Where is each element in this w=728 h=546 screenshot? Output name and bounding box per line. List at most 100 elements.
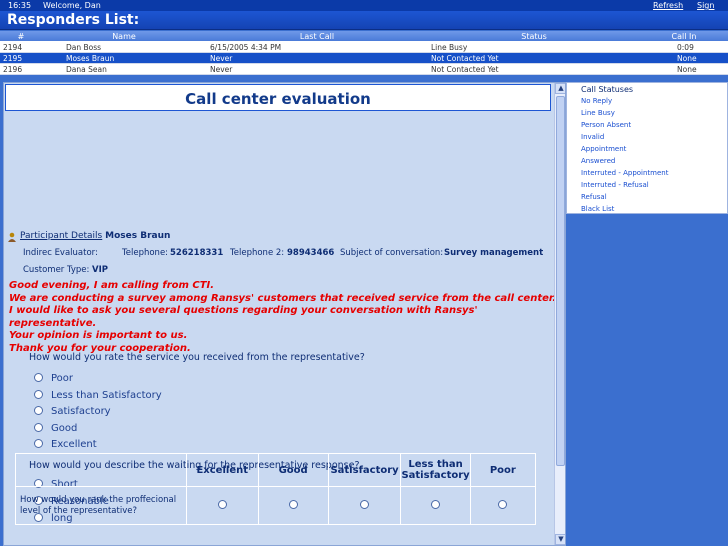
row-status: Not Contacted Yet xyxy=(431,65,499,74)
option-label: Poor xyxy=(51,373,74,384)
customer-type-label: Customer Type: xyxy=(23,265,90,275)
column-header-id[interactable]: # xyxy=(0,31,42,42)
clock-time: 16:35 xyxy=(8,1,32,10)
top-bar: 16:35 Welcome, Dan Refresh Sign Out xyxy=(0,0,728,21)
responders-grid: # Name Last Call Status Call In 2194 Dan… xyxy=(0,31,728,75)
radio-button[interactable] xyxy=(34,439,43,448)
matrix-radio-cell[interactable] xyxy=(327,486,402,525)
matrix-header: Excellent xyxy=(185,453,259,487)
telephone-label: Telephone: xyxy=(122,248,169,258)
status-line-busy[interactable]: Line Busy xyxy=(581,109,615,117)
matrix-header: Poor xyxy=(469,453,537,487)
option-label: Satisfactory xyxy=(51,406,111,417)
scroll-up-button[interactable]: ▲ xyxy=(555,83,565,94)
rating-matrix: Excellent Good Satisfactory Less than Sa… xyxy=(15,453,537,525)
column-header-call-in[interactable]: Call In xyxy=(640,31,728,42)
radio-button[interactable] xyxy=(498,500,508,509)
grid-header: # Name Last Call Status Call In xyxy=(0,31,728,42)
radio-button[interactable] xyxy=(288,500,298,509)
row-last-call: 6/15/2005 4:34 PM xyxy=(210,43,282,52)
radio-button[interactable] xyxy=(360,500,370,509)
script-line: We are conducting a survey among Ransys'… xyxy=(9,292,557,304)
status-answered[interactable]: Answered xyxy=(581,157,615,165)
column-header-last-call[interactable]: Last Call xyxy=(206,31,428,42)
evaluator-label: Indirec Evaluator: xyxy=(23,248,98,258)
call-status-heading: Call Statuses xyxy=(581,85,634,94)
matrix-corner xyxy=(15,453,187,487)
status-interrupted-appointment[interactable]: Interruted - Appointment xyxy=(581,169,668,177)
table-row[interactable]: 2195 Moses Braun Never Not Contacted Yet… xyxy=(0,53,728,64)
radio-button[interactable] xyxy=(34,423,43,432)
title-band: Responders List: xyxy=(0,11,728,30)
q1-option-good[interactable]: Good xyxy=(34,423,77,435)
scroll-thumb[interactable] xyxy=(556,96,565,466)
row-name: Moses Braun xyxy=(66,54,115,63)
row-call-in: None xyxy=(677,54,697,63)
row-last-call: Never xyxy=(210,54,233,63)
matrix-question: How would you rank the proffecional leve… xyxy=(15,486,187,525)
scroll-down-button[interactable]: ▼ xyxy=(555,534,565,545)
participant-details: Participant Details Moses Braun xyxy=(20,231,170,241)
participant-details-link[interactable]: Participant Details xyxy=(20,231,102,241)
row-status: Line Busy xyxy=(431,43,468,52)
row-status: Not Contacted Yet xyxy=(431,54,499,63)
call-status-panel: Call Statuses No Reply Line Busy Person … xyxy=(566,82,728,546)
column-header-name[interactable]: Name xyxy=(42,31,206,42)
evaluation-title: Call center evaluation xyxy=(185,90,371,108)
matrix-header: Satisfactory xyxy=(327,453,402,487)
radio-button[interactable] xyxy=(34,390,43,399)
option-label: Good xyxy=(51,423,78,434)
script-line: I would like to ask you several question… xyxy=(9,305,478,329)
option-label: Less than Satisfactory xyxy=(51,390,162,401)
question-1: How would you rate the service you recei… xyxy=(29,352,365,363)
matrix-radio-cell[interactable] xyxy=(185,486,259,525)
q1-option-satisfactory[interactable]: Satisfactory xyxy=(34,406,111,418)
refresh-link[interactable]: Refresh xyxy=(653,0,683,11)
row-id: 2196 xyxy=(3,65,23,74)
welcome-text: Welcome, Dan xyxy=(43,1,101,10)
option-label: Excellent xyxy=(51,439,97,450)
q1-option-excellent[interactable]: Excellent xyxy=(34,439,97,451)
page-title: Responders List: xyxy=(7,12,140,28)
radio-button[interactable] xyxy=(431,500,441,509)
row-last-call: Never xyxy=(210,65,233,74)
row-name: Dan Boss xyxy=(66,43,102,52)
status-invalid[interactable]: Invalid xyxy=(581,133,604,141)
status-refusal[interactable]: Refusal xyxy=(581,193,607,201)
participant-icon xyxy=(8,232,16,242)
telephone-value: 526218331 xyxy=(170,248,224,258)
status-person-absent[interactable]: Person Absent xyxy=(581,121,631,129)
call-script: Good evening, I am calling from CTI. We … xyxy=(9,280,565,355)
table-row[interactable]: 2194 Dan Boss 6/15/2005 4:34 PM Line Bus… xyxy=(0,42,728,53)
matrix-header: Less than Satisfactory xyxy=(400,453,471,487)
row-name: Dana Sean xyxy=(66,65,107,74)
status-no-reply[interactable]: No Reply xyxy=(581,97,612,105)
table-row[interactable]: 2196 Dana Sean Never Not Contacted Yet N… xyxy=(0,64,728,75)
radio-button[interactable] xyxy=(217,500,227,509)
radio-button[interactable] xyxy=(34,373,43,382)
call-status-list: Call Statuses No Reply Line Busy Person … xyxy=(566,82,728,214)
q1-option-poor[interactable]: Poor xyxy=(34,373,73,385)
subject-value: Survey management xyxy=(444,248,544,258)
script-line: Good evening, I am calling from CTI. xyxy=(9,280,215,291)
matrix-radio-cell[interactable] xyxy=(400,486,471,525)
row-id: 2195 xyxy=(3,54,23,63)
matrix-radio-cell[interactable] xyxy=(469,486,537,525)
row-call-in: 0:09 xyxy=(677,43,694,52)
column-header-status[interactable]: Status xyxy=(428,31,640,42)
row-id: 2194 xyxy=(3,43,23,52)
radio-button[interactable] xyxy=(34,406,43,415)
status-appointment[interactable]: Appointment xyxy=(581,145,626,153)
evaluation-banner: Call center evaluation xyxy=(5,84,551,111)
script-line: Your opinion is important to us. xyxy=(9,330,188,341)
subject-label: Subject of conversation: xyxy=(340,248,444,258)
telephone2-label: Telephone 2: xyxy=(230,248,285,258)
vertical-scrollbar[interactable]: ▲ ▼ xyxy=(554,83,565,545)
customer-type-value: VIP xyxy=(92,265,108,275)
status-interrupted-refusal[interactable]: Interruted - Refusal xyxy=(581,181,649,189)
row-call-in: None xyxy=(677,65,697,74)
q1-option-less-than-satisfactory[interactable]: Less than Satisfactory xyxy=(34,390,162,402)
matrix-radio-cell[interactable] xyxy=(257,486,329,525)
participant-name: Moses Braun xyxy=(105,231,171,241)
status-black-list[interactable]: Black List xyxy=(581,205,614,213)
